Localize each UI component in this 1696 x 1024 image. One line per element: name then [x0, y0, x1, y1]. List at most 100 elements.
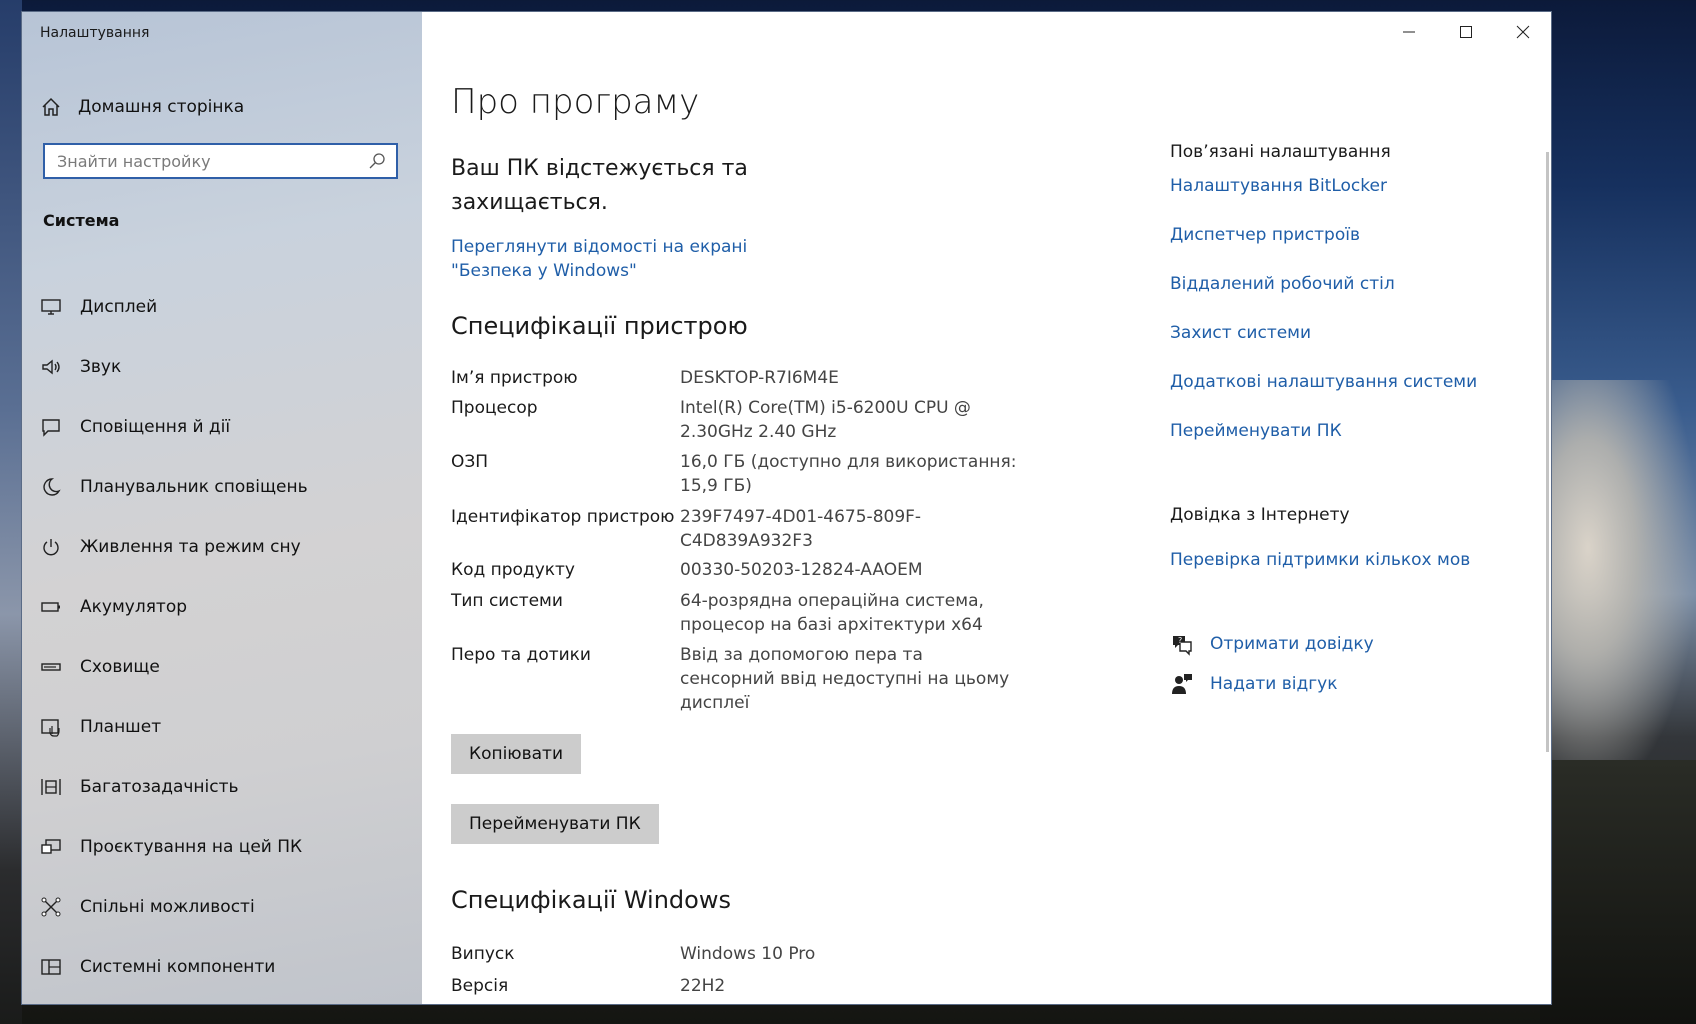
sidebar-item-label: Спільні можливості	[80, 897, 255, 917]
sidebar-item-label: Сповіщення й дії	[80, 417, 231, 437]
spec-value: Ввід за допомогою пера та сенсорний ввід…	[680, 645, 1010, 713]
home-link[interactable]: Домашня сторінка	[40, 92, 244, 122]
minimize-icon	[1402, 31, 1415, 33]
spec-key: Ідентифікатор пристрою	[451, 507, 675, 527]
rename-pc-button[interactable]: Перейменувати ПК	[451, 804, 659, 844]
section-title: Система	[43, 211, 120, 230]
spec-value: 00330-50203-12824-AAOEM	[680, 560, 923, 580]
system-components-icon	[41, 959, 61, 975]
maximize-icon	[1459, 26, 1472, 38]
web-help-heading: Довідка з Інтернету	[1170, 505, 1350, 525]
sidebar-item-tablet[interactable]: Планшет	[22, 697, 422, 757]
sidebar-item-battery[interactable]: Акумулятор	[22, 577, 422, 637]
window-controls	[1380, 12, 1551, 52]
spec-value: 16,0 ГБ (доступно для використання: 15,9…	[680, 452, 1017, 496]
sidebar-nav: Дисплей Звук Сповіщення й дії Планувальн…	[22, 277, 422, 997]
search-input[interactable]	[45, 150, 368, 172]
sidebar-item-multitasking[interactable]: Багатозадачність	[22, 757, 422, 817]
desktop-left-edge	[0, 0, 22, 1024]
search-icon[interactable]	[368, 152, 386, 170]
search-box	[43, 143, 398, 179]
spec-key: ОЗП	[451, 452, 489, 472]
home-label: Домашня сторінка	[78, 97, 245, 117]
battery-icon	[41, 602, 60, 612]
help-chat-icon: ?	[1173, 636, 1192, 656]
minimize-button[interactable]	[1380, 12, 1437, 52]
sidebar-item-label: Сховище	[80, 657, 160, 677]
close-button[interactable]	[1494, 12, 1551, 52]
get-help-link[interactable]: ? Отримати довідку	[1170, 632, 1374, 656]
spec-key: Версія	[451, 976, 509, 996]
sidebar-item-system-components[interactable]: Системні компоненти	[22, 937, 422, 997]
feedback-label: Надати відгук	[1210, 674, 1338, 694]
spec-value: 22H2	[680, 976, 726, 996]
svg-text:?: ?	[1178, 636, 1182, 645]
spec-key: Ім’я пристрою	[451, 368, 578, 388]
desktop-wallpaper-hill	[1540, 760, 1696, 1024]
speaker-icon	[42, 359, 60, 375]
get-help-label: Отримати довідку	[1210, 634, 1374, 654]
spec-key: Код продукту	[451, 560, 575, 580]
spec-value: DESKTOP-R7I6M4E	[680, 368, 839, 388]
related-settings-heading: Пов’язані налаштування	[1170, 142, 1391, 162]
sidebar-item-shared-experiences[interactable]: Спільні можливості	[22, 877, 422, 937]
multitasking-icon	[41, 779, 61, 795]
projecting-icon	[41, 839, 61, 854]
sidebar-item-label: Дисплей	[80, 297, 158, 317]
sidebar-item-notifications[interactable]: Сповіщення й дії	[22, 397, 422, 457]
sidebar-item-label: Звук	[80, 357, 122, 377]
moon-icon	[43, 478, 61, 496]
settings-window: Налаштування Домашня сторінка Система Ди…	[22, 12, 1551, 1004]
spec-key: Тип системи	[451, 591, 563, 611]
spec-value: 239F7497-4D01-4675-809F-C4D839A932F3	[680, 507, 922, 551]
sidebar-item-sound[interactable]: Звук	[22, 337, 422, 397]
rename-pc-link[interactable]: Перейменувати ПК	[1170, 421, 1342, 441]
spec-key: Процесор	[451, 398, 538, 418]
windows-specs-heading: Специфікації Windows	[451, 886, 731, 914]
app-title: Налаштування	[40, 25, 150, 41]
sidebar-item-label: Планувальник сповіщень	[80, 477, 308, 497]
tablet-icon	[41, 719, 60, 737]
desktop-wallpaper-glow	[1540, 380, 1696, 800]
advanced-system-settings-link[interactable]: Додаткові налаштування системи	[1170, 372, 1477, 392]
copy-button[interactable]: Копіювати	[451, 734, 582, 774]
sidebar-item-label: Системні компоненти	[80, 957, 276, 977]
close-icon	[1516, 25, 1529, 39]
maximize-button[interactable]	[1437, 12, 1494, 52]
sidebar: Налаштування Домашня сторінка Система Ди…	[22, 12, 422, 1004]
device-manager-link[interactable]: Диспетчер пристроїв	[1170, 225, 1360, 245]
sidebar-item-display[interactable]: Дисплей	[22, 277, 422, 337]
bitlocker-link[interactable]: Налаштування BitLocker	[1170, 176, 1387, 196]
feedback-link[interactable]: Надати відгук	[1170, 672, 1337, 696]
display-icon	[41, 299, 61, 315]
page-title: Про програму	[451, 82, 700, 122]
shared-experiences-icon	[41, 897, 61, 917]
device-specs-heading: Специфікації пристрою	[451, 312, 748, 340]
storage-icon	[41, 663, 61, 671]
sidebar-item-label: Акумулятор	[80, 597, 188, 617]
windows-security-link[interactable]: Переглянути відомості на екрані "Безпека…	[451, 235, 831, 283]
main-content: Про програму Ваш ПК відстежується та зах…	[422, 12, 1551, 1004]
protection-status: Ваш ПК відстежується та захищається.	[451, 156, 748, 215]
sidebar-item-label: Проєктування на цей ПК	[80, 837, 303, 857]
feedback-person-icon	[1172, 674, 1192, 694]
system-protection-link[interactable]: Захист системи	[1170, 323, 1311, 343]
sidebar-item-power-sleep[interactable]: Живлення та режим сну	[22, 517, 422, 577]
remote-desktop-link[interactable]: Віддалений робочий стіл	[1170, 274, 1395, 294]
sidebar-item-projecting[interactable]: Проєктування на цей ПК	[22, 817, 422, 877]
sidebar-item-focus-assist[interactable]: Планувальник сповіщень	[22, 457, 422, 517]
sidebar-item-label: Багатозадачність	[80, 777, 239, 797]
spec-value: Windows 10 Pro	[680, 944, 816, 964]
scrollbar[interactable]	[1546, 152, 1549, 752]
sidebar-item-label: Планшет	[80, 717, 162, 737]
sidebar-item-storage[interactable]: Сховище	[22, 637, 422, 697]
spec-value: 64-розрядна операційна система, процесор…	[680, 591, 984, 635]
language-support-link[interactable]: Перевірка підтримки кількох мов	[1170, 550, 1470, 570]
spec-key: Перо та дотики	[451, 645, 591, 665]
power-icon	[43, 539, 59, 556]
sidebar-item-label: Живлення та режим сну	[80, 537, 301, 557]
spec-value: Intel(R) Core(TM) i5-6200U CPU @ 2.30GHz…	[680, 398, 971, 442]
home-icon	[42, 97, 60, 116]
spec-key: Випуск	[451, 944, 515, 964]
notification-icon	[42, 419, 60, 437]
